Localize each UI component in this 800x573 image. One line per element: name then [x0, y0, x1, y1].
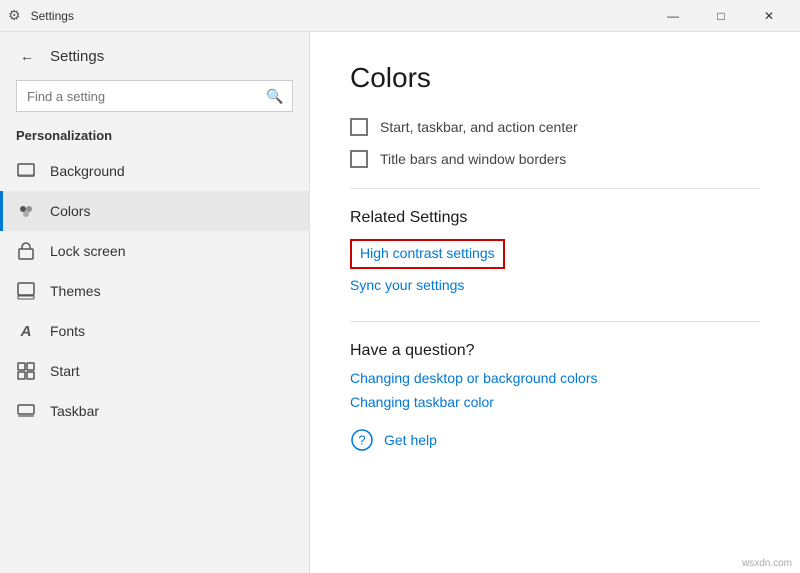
- search-input[interactable]: [16, 80, 293, 112]
- sidebar-item-lock-screen-label: Lock screen: [50, 243, 125, 259]
- app-body: ← Settings 🔍 Personalization Background: [0, 32, 800, 573]
- search-icon: 🔍: [266, 88, 283, 105]
- have-question-section: Have a question? Changing desktop or bac…: [350, 342, 760, 452]
- close-button[interactable]: ✕: [746, 0, 792, 32]
- main-content: Colors Start, taskbar, and action center…: [310, 32, 800, 573]
- lock-screen-icon: [16, 241, 36, 261]
- get-help-link[interactable]: Get help: [384, 432, 437, 448]
- taskbar-color-link[interactable]: Changing taskbar color: [350, 394, 494, 410]
- search-button[interactable]: 🔍: [257, 80, 293, 112]
- start-icon: [16, 361, 36, 381]
- personalization-label: Personalization: [0, 124, 309, 151]
- sidebar-item-fonts[interactable]: A Fonts: [0, 311, 309, 351]
- page-title: Colors: [350, 62, 760, 94]
- get-help-icon: ?: [350, 428, 374, 452]
- watermark: wsxdn.com: [742, 558, 792, 569]
- sidebar-item-themes-label: Themes: [50, 283, 101, 299]
- checkbox-title-bars-label: Title bars and window borders: [380, 151, 566, 167]
- back-button[interactable]: ←: [16, 44, 38, 68]
- title-bar: ⚙ Settings — □ ✕: [0, 0, 800, 32]
- title-bar-controls: — □ ✕: [650, 0, 792, 32]
- sidebar-item-fonts-label: Fonts: [50, 323, 85, 339]
- question-link-1: Changing desktop or background colors: [350, 370, 760, 394]
- sidebar-item-taskbar[interactable]: Taskbar: [0, 391, 309, 431]
- sync-settings-link[interactable]: Sync your settings: [350, 277, 464, 293]
- have-question-title: Have a question?: [350, 342, 760, 360]
- sidebar-item-lock-screen[interactable]: Lock screen: [0, 231, 309, 271]
- question-link-2: Changing taskbar color: [350, 394, 760, 418]
- checkbox-title-bars[interactable]: [350, 150, 368, 168]
- settings-icon: ⚙: [8, 7, 21, 24]
- checkbox-title-bars-row: Title bars and window borders: [350, 150, 760, 168]
- svg-text:?: ?: [358, 433, 365, 448]
- sidebar-item-start-label: Start: [50, 363, 80, 379]
- title-bar-title: Settings: [31, 9, 74, 23]
- background-icon: [16, 161, 36, 181]
- high-contrast-settings-link[interactable]: High contrast settings: [360, 245, 495, 261]
- sidebar-item-colors[interactable]: Colors: [0, 191, 309, 231]
- related-settings-title: Related Settings: [350, 209, 760, 227]
- checkbox-start-taskbar[interactable]: [350, 118, 368, 136]
- sidebar-item-taskbar-label: Taskbar: [50, 403, 99, 419]
- themes-icon: [16, 281, 36, 301]
- desktop-background-colors-link[interactable]: Changing desktop or background colors: [350, 370, 598, 386]
- title-bar-left: ⚙ Settings: [8, 7, 74, 24]
- taskbar-icon: [16, 401, 36, 421]
- high-contrast-link-container: High contrast settings: [350, 239, 505, 269]
- checkbox-start-taskbar-label: Start, taskbar, and action center: [380, 119, 578, 135]
- divider-1: [350, 188, 760, 189]
- colors-icon: [16, 201, 36, 221]
- sidebar-item-themes[interactable]: Themes: [0, 271, 309, 311]
- search-container: 🔍: [16, 80, 293, 112]
- sidebar-item-background[interactable]: Background: [0, 151, 309, 191]
- checkbox-start-taskbar-row: Start, taskbar, and action center: [350, 118, 760, 136]
- sidebar: ← Settings 🔍 Personalization Background: [0, 32, 310, 573]
- fonts-icon: A: [16, 321, 36, 341]
- minimize-button[interactable]: —: [650, 0, 696, 32]
- maximize-button[interactable]: □: [698, 0, 744, 32]
- sidebar-item-background-label: Background: [50, 163, 125, 179]
- sidebar-item-colors-label: Colors: [50, 203, 90, 219]
- get-help-row: ? Get help: [350, 428, 760, 452]
- sidebar-top: ← Settings: [0, 32, 309, 76]
- sidebar-app-title: Settings: [50, 48, 104, 65]
- divider-2: [350, 321, 760, 322]
- related-settings-section: Related Settings High contrast settings …: [350, 209, 760, 301]
- sidebar-item-start[interactable]: Start: [0, 351, 309, 391]
